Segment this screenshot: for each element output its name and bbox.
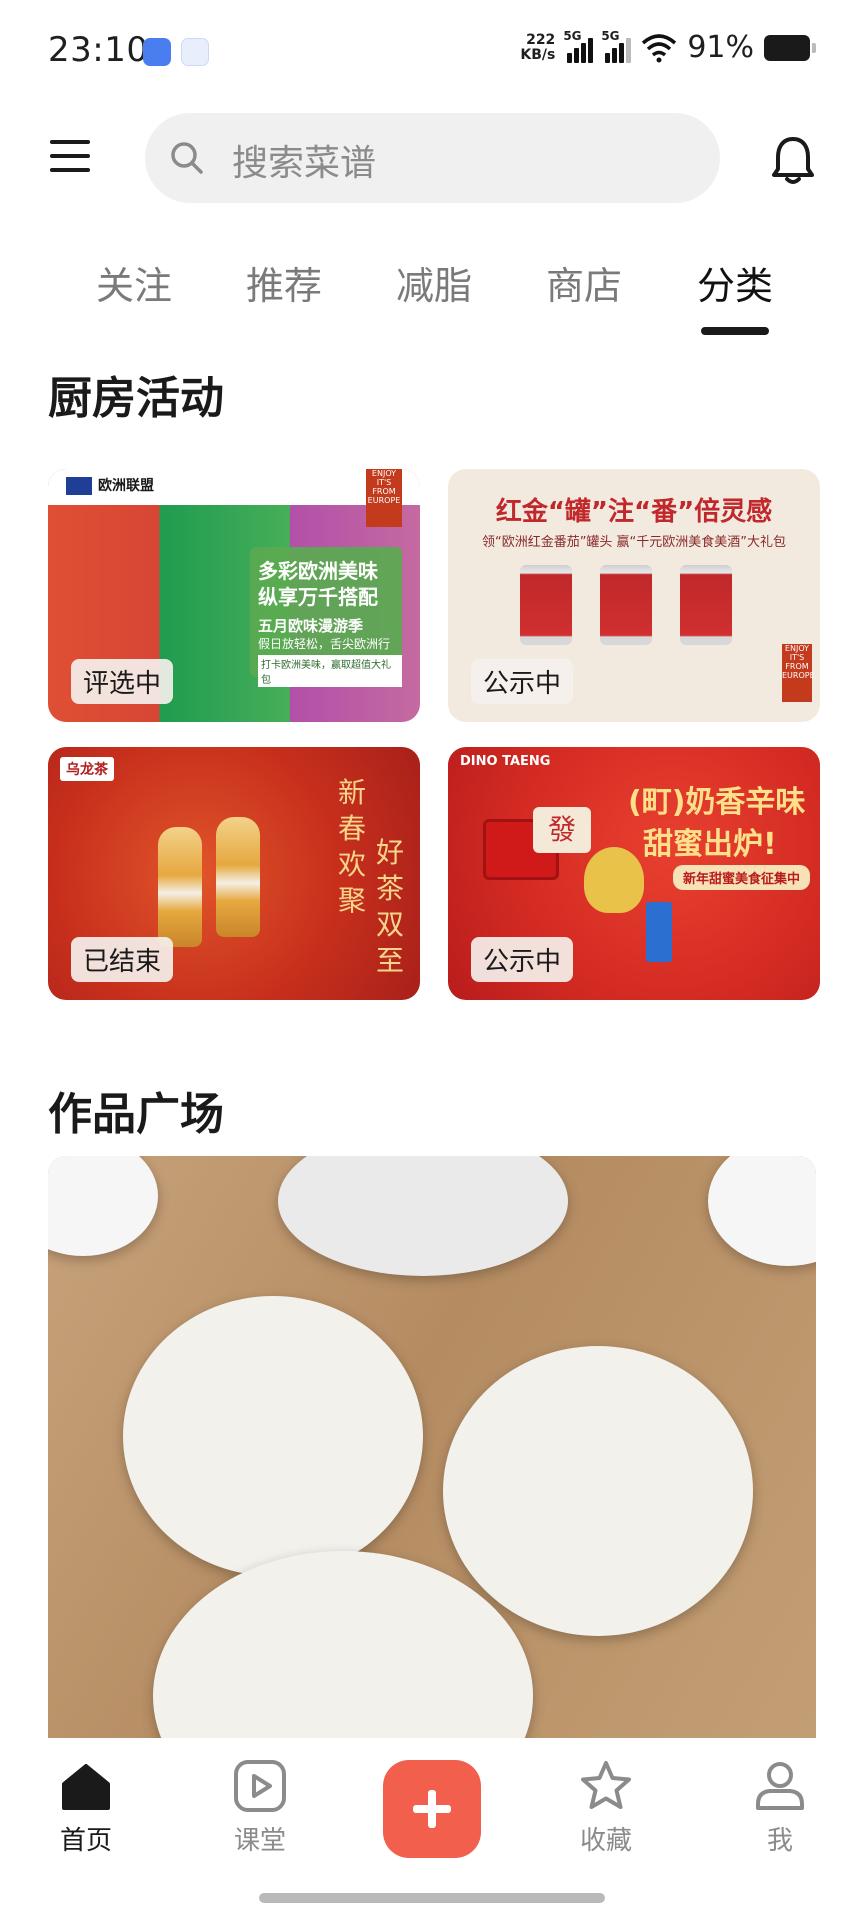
chart-notification-icon — [181, 38, 209, 66]
active-tab-indicator — [701, 327, 769, 335]
nav-item-favorites[interactable]: 收藏 — [546, 1758, 666, 1857]
bell-icon[interactable] — [770, 133, 816, 185]
plate-image — [123, 1296, 423, 1576]
nav-item-home[interactable]: 首页 — [26, 1758, 146, 1857]
rice-bowl-image — [48, 1156, 158, 1256]
tomato-can-image — [520, 565, 572, 645]
network-speed: 222 KB/s — [520, 31, 556, 63]
card-subtitle: 领“欧洲红金番茄”罐头 赢“千元欧洲美食美酒”大礼包 — [481, 535, 787, 550]
status-indicators: 222 KB/s 5G 5G 91% — [520, 29, 816, 65]
plate-image — [443, 1346, 753, 1636]
search-icon — [171, 142, 203, 174]
slogan-2: 好茶双至 — [376, 836, 405, 977]
rice-bowl-image — [708, 1156, 816, 1266]
status-bar: 23:10 222 KB/s 5G 5G 91% — [0, 0, 864, 106]
tab-fat-loss[interactable]: 减脂 — [374, 255, 494, 310]
enjoy-europe-logo: ENJOY IT'S FROM EUROPE — [782, 644, 815, 702]
bowl-image — [278, 1156, 568, 1276]
card-brand: 乌龙茶 — [60, 757, 114, 781]
cake-image: 發 — [533, 807, 591, 853]
enjoy-europe-logo: ENJOY IT'S FROM EUROPE — [366, 469, 402, 527]
status-badge: 已结束 — [71, 937, 174, 982]
tab-recommend[interactable]: 推荐 — [224, 255, 344, 310]
activity-card[interactable]: 乌龙茶 新春欢聚 好茶双至 已结束 — [48, 747, 420, 1000]
work-photo[interactable] — [48, 1156, 816, 1738]
nav-item-profile[interactable]: 我 — [720, 1758, 840, 1857]
card-headline-2: 甜蜜出炉! — [643, 827, 777, 862]
signal-icon-2: 5G — [601, 29, 632, 63]
app-notification-icon — [143, 38, 171, 66]
wifi-icon — [642, 33, 677, 62]
battery-percent: 91% — [687, 30, 754, 65]
status-badge: 公示中 — [471, 937, 574, 982]
category-tabs: 关注 推荐 减脂 商店 分类 — [0, 255, 864, 335]
tea-bottle-image — [158, 827, 202, 947]
tea-bottle-image — [216, 817, 260, 937]
card-brand: 欧洲联盟 — [98, 478, 154, 494]
battery-icon — [764, 34, 816, 61]
status-badge: 评选中 — [71, 659, 174, 704]
status-badge: 公示中 — [471, 659, 574, 704]
nav-item-classroom[interactable]: 课堂 — [200, 1758, 320, 1857]
add-post-button[interactable] — [383, 1760, 481, 1858]
tomato-can-image — [600, 565, 652, 645]
card-headline: 红金“罐”注“番”倍灵感 — [495, 497, 773, 527]
home-indicator — [259, 1893, 605, 1903]
activity-card[interactable]: 欧洲联盟 ENJOY IT'S FROM EUROPE 多彩欧洲美味 纵享万千搭… — [48, 469, 420, 722]
search-placeholder: 搜索菜谱 — [232, 143, 377, 184]
activity-card[interactable]: 红金“罐”注“番”倍灵感 领“欧洲红金番茄”罐头 赢“千元欧洲美食美酒”大礼包 … — [448, 469, 820, 722]
tomato-can-image — [680, 565, 732, 645]
promo-panel: 多彩欧洲美味 纵享万千搭配 五月欧味漫游季 假日放轻松，舌尖欧洲行 打卡欧洲美味… — [250, 547, 402, 687]
card-brand: DINO TAENG — [460, 754, 551, 769]
menu-icon[interactable] — [50, 140, 90, 176]
drink-image — [646, 902, 672, 962]
play-icon — [234, 1760, 286, 1812]
jar-image — [584, 847, 644, 913]
activity-card[interactable]: DINO TAENG (町)奶香辛味 甜蜜出炉! 新年甜蜜美食征集中 發 公示中 — [448, 747, 820, 1000]
status-time: 23:10 — [48, 30, 149, 70]
tab-store[interactable]: 商店 — [524, 255, 644, 310]
section-title-kitchen-activities: 厨房活动 — [48, 373, 224, 424]
section-title-works-square: 作品广场 — [48, 1089, 224, 1140]
card-tag: 新年甜蜜美食征集中 — [673, 865, 811, 890]
card-headline: (町)奶香辛味 — [628, 785, 806, 820]
user-icon — [756, 1762, 804, 1810]
tab-category[interactable]: 分类 — [675, 255, 795, 310]
slogan-1: 新春欢聚 — [338, 776, 367, 917]
search-input[interactable]: 搜索菜谱 — [145, 113, 720, 203]
home-icon — [62, 1764, 110, 1810]
tab-follow[interactable]: 关注 — [74, 255, 194, 310]
signal-icon: 5G — [563, 29, 594, 63]
star-icon — [581, 1761, 631, 1809]
eu-flag-icon — [66, 477, 92, 495]
